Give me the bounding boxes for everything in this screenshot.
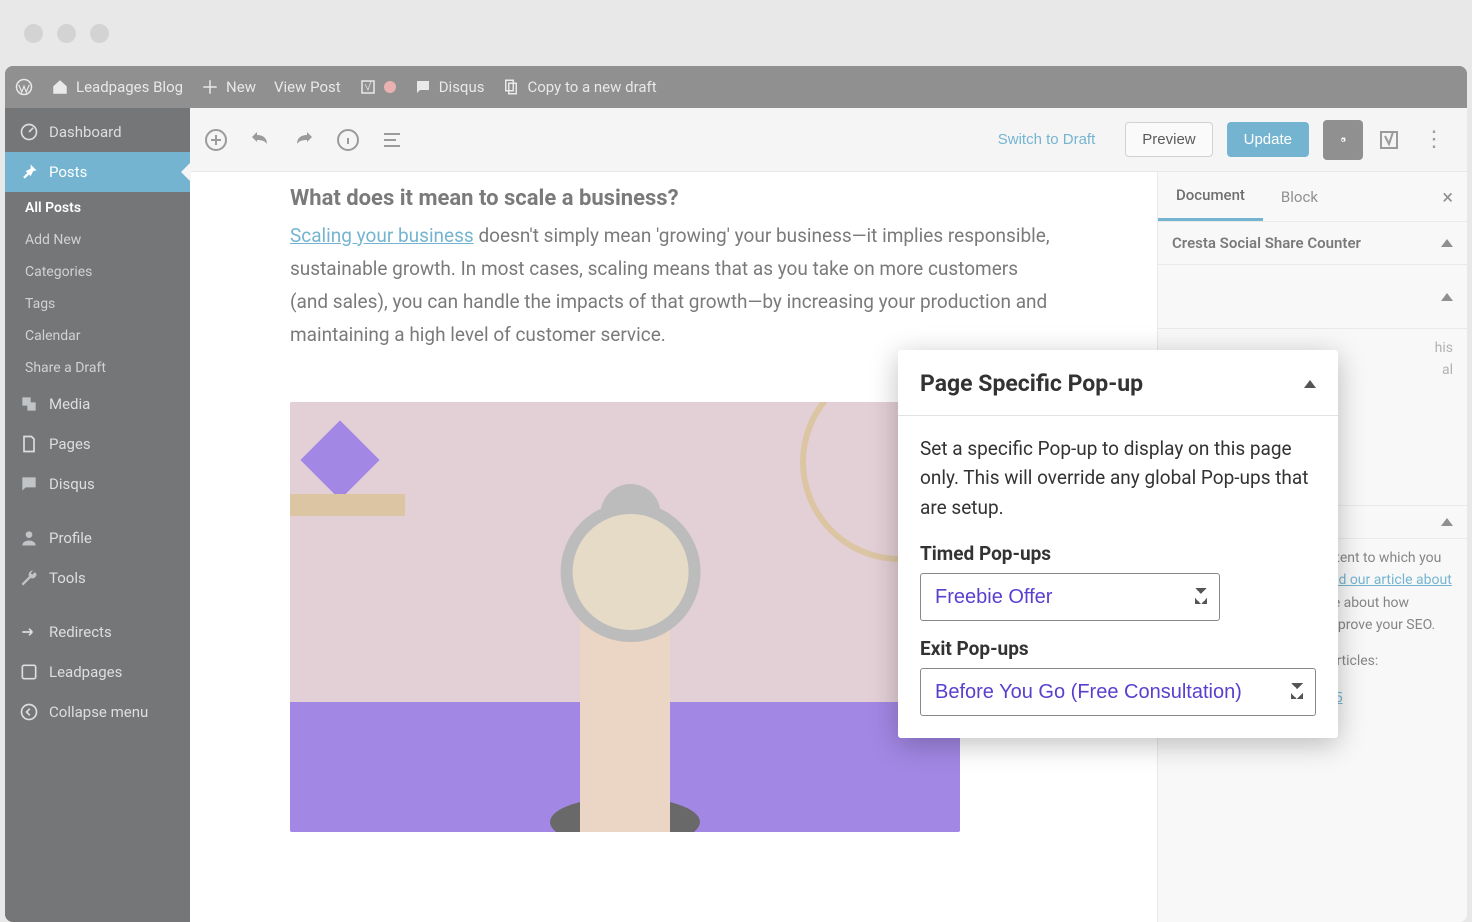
info-icon[interactable] [336, 128, 360, 152]
chevron-up-icon [1304, 380, 1316, 388]
more-menu-icon[interactable]: ⋮ [1415, 127, 1453, 152]
update-button[interactable]: Update [1227, 122, 1309, 157]
disqus-link[interactable]: Disqus [414, 78, 485, 96]
tab-document[interactable]: Document [1158, 172, 1263, 221]
media-icon [19, 394, 39, 414]
sidebar-item-redirects[interactable]: Redirects [5, 612, 190, 652]
pin-icon [19, 162, 39, 182]
preview-button[interactable]: Preview [1125, 122, 1212, 157]
sidebar-item-dashboard[interactable]: Dashboard [5, 112, 190, 152]
copy-draft-link[interactable]: Copy to a new draft [502, 78, 656, 96]
sidebar-item-tools[interactable]: Tools [5, 558, 190, 598]
sidebar-item-leadpages[interactable]: Leadpages [5, 652, 190, 692]
undo-icon[interactable] [248, 128, 272, 152]
copy-icon [502, 78, 520, 96]
window-title-bar [0, 0, 1472, 66]
article-image [290, 402, 960, 832]
wp-logo[interactable] [15, 78, 33, 96]
yoast-icon [359, 78, 377, 96]
close-inspector-icon[interactable]: × [1428, 185, 1467, 209]
sidebar-collapse[interactable]: Collapse menu [5, 692, 190, 732]
redirect-icon [19, 622, 39, 642]
chevron-up-icon [1441, 518, 1453, 526]
exit-popups-label: Exit Pop-ups [898, 637, 1338, 660]
chat-icon [19, 474, 39, 494]
yoast-indicator[interactable] [359, 78, 396, 96]
collapse-icon [19, 702, 39, 722]
article-heading: What does it mean to scale a business? [290, 180, 1057, 219]
window-min-dot[interactable] [57, 24, 76, 43]
settings-button[interactable] [1323, 120, 1363, 160]
view-post-link[interactable]: View Post [274, 78, 341, 96]
clock-shape [561, 502, 701, 642]
admin-sidebar: Dashboard Posts All Posts Add New Catego… [5, 108, 190, 922]
switch-to-draft-button[interactable]: Switch to Draft [982, 123, 1112, 156]
panel-cresta[interactable]: Cresta Social Share Counter [1158, 222, 1467, 265]
sidebar-sub-calendar[interactable]: Calendar [5, 320, 190, 352]
scaling-link[interactable]: Scaling your business [290, 224, 474, 247]
editor-toolbar: Switch to Draft Preview Update ⋮ [190, 108, 1467, 172]
timed-popups-label: Timed Pop-ups [898, 542, 1338, 565]
sidebar-item-profile[interactable]: Profile [5, 518, 190, 558]
add-block-icon[interactable] [204, 128, 228, 152]
wordpress-admin: Leadpages Blog New View Post Disqus Copy… [5, 66, 1467, 922]
article-paragraph: Scaling your business doesn't simply mea… [290, 219, 1057, 352]
status-dot-icon [384, 81, 396, 93]
window-max-dot[interactable] [90, 24, 109, 43]
inspector-tabs: Document Block × [1158, 172, 1467, 222]
site-home-link[interactable]: Leadpages Blog [51, 78, 183, 96]
new-content-link[interactable]: New [201, 78, 256, 96]
gauge-icon [19, 122, 39, 142]
timed-popups-select[interactable]: Freebie Offer [920, 573, 1220, 621]
gear-icon [1340, 130, 1346, 150]
admin-top-bar: Leadpages Blog New View Post Disqus Copy… [5, 66, 1467, 108]
sidebar-sub-add-new[interactable]: Add New [5, 224, 190, 256]
comment-icon [414, 78, 432, 96]
page-specific-popup-panel: Page Specific Pop-up Set a specific Pop-… [898, 350, 1338, 738]
page-icon [19, 434, 39, 454]
exit-popups-select[interactable]: Before You Go (Free Consultation) [920, 668, 1316, 716]
plank-shape [290, 494, 405, 516]
plus-icon [201, 78, 219, 96]
site-name: Leadpages Blog [76, 78, 183, 96]
popup-panel-description: Set a specific Pop-up to display on this… [898, 416, 1338, 526]
square-shape [300, 420, 379, 499]
sidebar-sub-all-posts[interactable]: All Posts [5, 192, 190, 224]
sidebar-item-media[interactable]: Media [5, 384, 190, 424]
popup-panel-title: Page Specific Pop-up [920, 370, 1143, 397]
leadpages-icon [19, 662, 39, 682]
browser-window: Leadpages Blog New View Post Disqus Copy… [0, 0, 1472, 922]
sidebar-sub-share-draft[interactable]: Share a Draft [5, 352, 190, 384]
home-icon [51, 78, 69, 96]
wordpress-icon [15, 78, 33, 96]
sidebar-item-posts[interactable]: Posts [5, 152, 190, 192]
wrench-icon [19, 568, 39, 588]
window-close-dot[interactable] [24, 24, 43, 43]
outline-icon[interactable] [380, 128, 404, 152]
tab-block[interactable]: Block [1263, 174, 1336, 220]
popup-panel-header[interactable]: Page Specific Pop-up [898, 350, 1338, 416]
redo-icon[interactable] [292, 128, 316, 152]
chevron-up-icon [1441, 239, 1453, 247]
sidebar-item-pages[interactable]: Pages [5, 424, 190, 464]
panel-collapse-1[interactable] [1158, 265, 1467, 329]
user-icon [19, 528, 39, 548]
chevron-up-icon [1441, 293, 1453, 301]
sidebar-sub-categories[interactable]: Categories [5, 256, 190, 288]
yoast-panel-icon[interactable] [1377, 128, 1401, 152]
new-label: New [226, 78, 256, 96]
sidebar-item-disqus[interactable]: Disqus [5, 464, 190, 504]
sidebar-sub-tags[interactable]: Tags [5, 288, 190, 320]
